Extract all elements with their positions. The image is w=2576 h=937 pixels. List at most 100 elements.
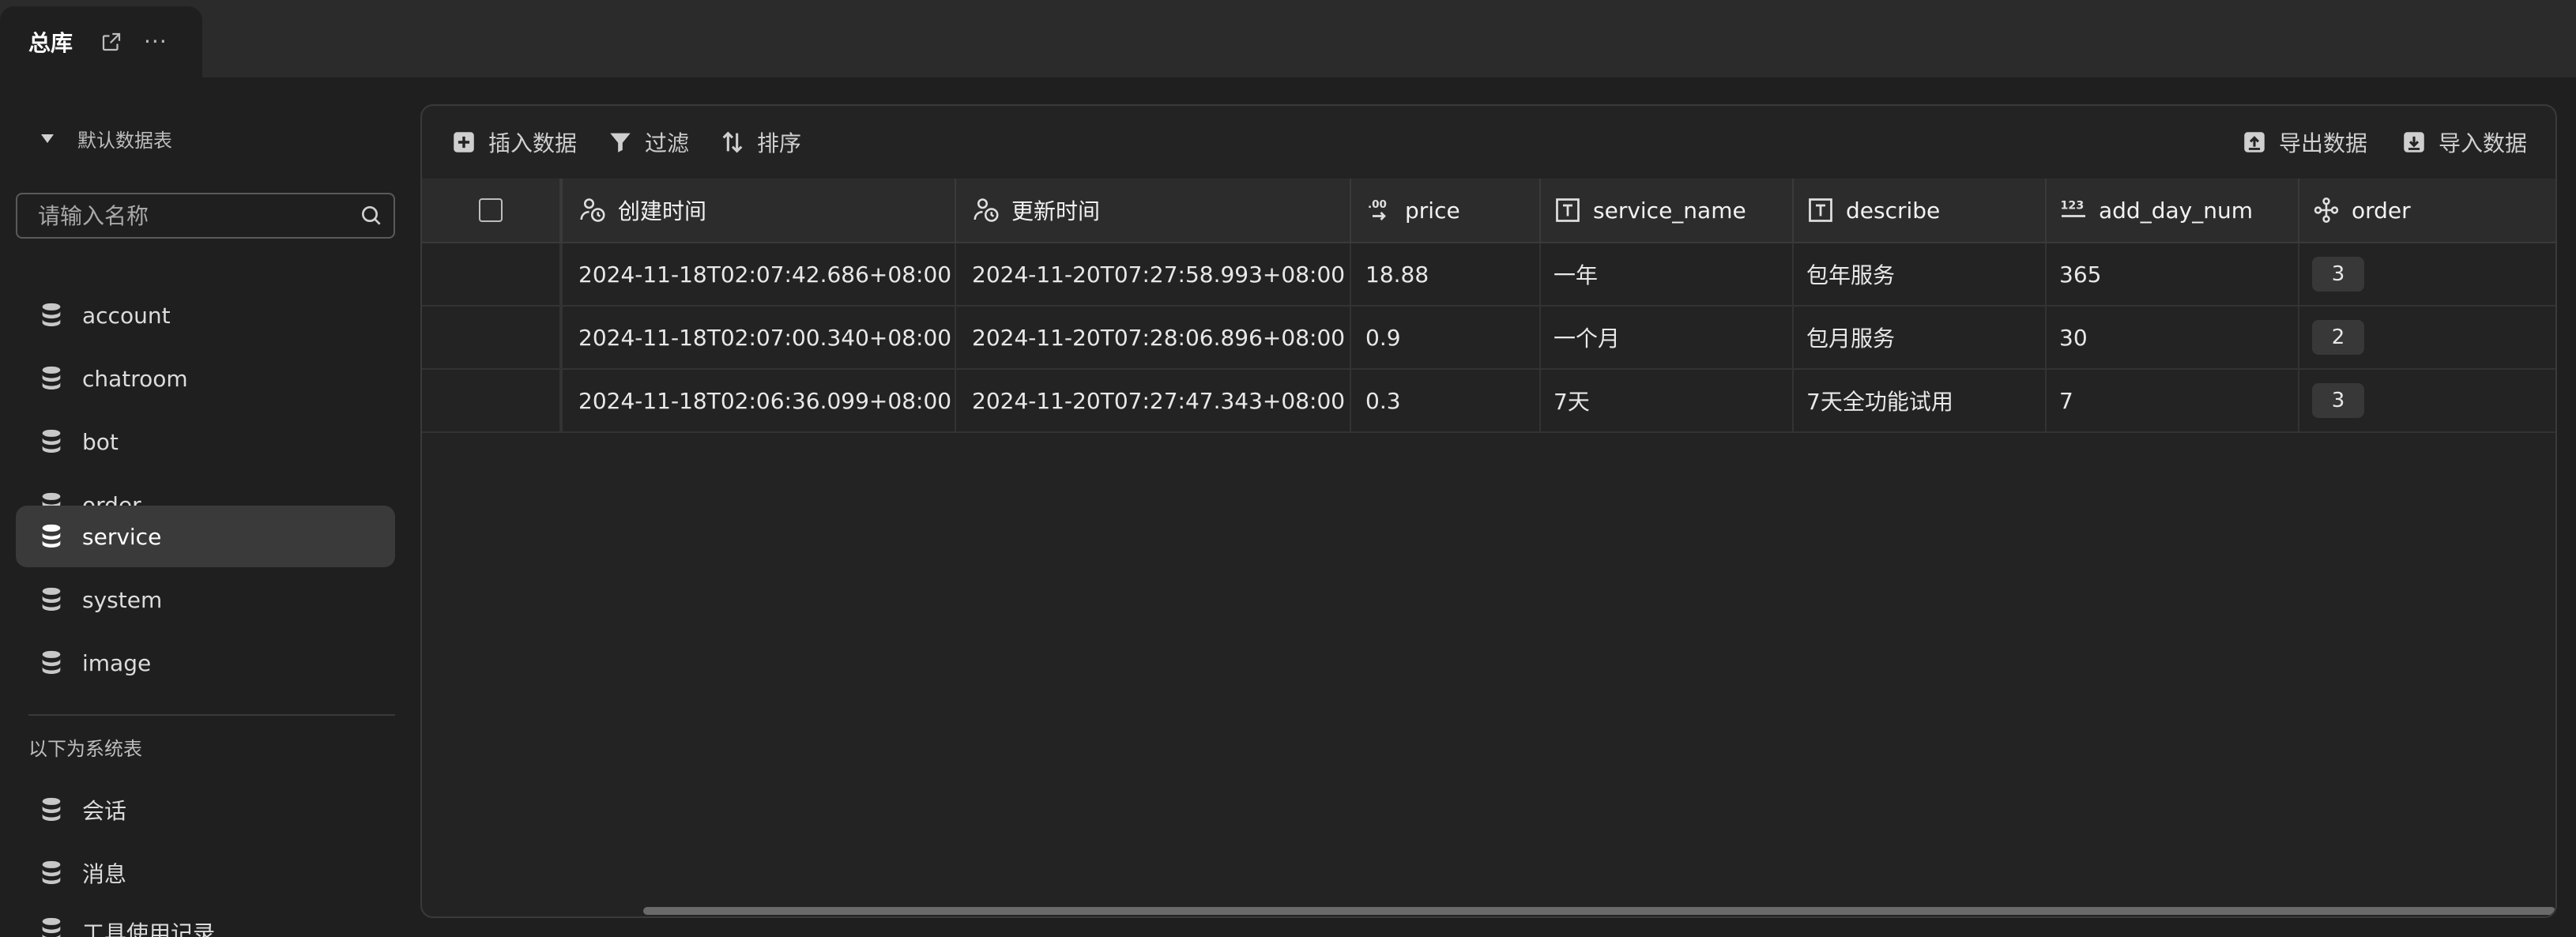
sort-icon bbox=[722, 131, 743, 153]
cell-price[interactable]: 0.9 bbox=[1351, 307, 1541, 368]
sidebar-item-message[interactable]: 消息 bbox=[16, 842, 395, 904]
search-box bbox=[16, 193, 395, 239]
cell-service-name[interactable]: 一年 bbox=[1541, 243, 1794, 305]
database-icon bbox=[42, 917, 61, 937]
insert-data-button[interactable]: 插入数据 bbox=[450, 125, 577, 160]
database-icon bbox=[42, 366, 61, 390]
cell-order[interactable]: 3 bbox=[2299, 370, 2555, 431]
sidebar-item-label: service bbox=[82, 523, 162, 550]
order-relation-tag[interactable]: 2 bbox=[2312, 320, 2364, 355]
cell-service-name[interactable]: 一个月 bbox=[1541, 307, 1794, 368]
sidebar-item-label: system bbox=[82, 586, 163, 613]
order-relation-tag[interactable]: 3 bbox=[2312, 257, 2364, 292]
sidebar-item-label: 会话 bbox=[82, 798, 127, 824]
sort-button[interactable]: 排序 bbox=[719, 125, 801, 160]
tab-title: 总库 bbox=[28, 30, 73, 56]
database-icon bbox=[42, 797, 61, 822]
cell-describe[interactable]: 包年服务 bbox=[1794, 243, 2047, 305]
header-select-all bbox=[422, 179, 561, 242]
external-link-icon[interactable] bbox=[98, 28, 125, 55]
export-data-button[interactable]: 导出数据 bbox=[2241, 125, 2367, 160]
cell-updated-time[interactable]: 2024-11-20T07:27:58.993+08:00 bbox=[956, 243, 1351, 305]
sidebar-item-session[interactable]: 会话 bbox=[16, 779, 395, 841]
table-row[interactable]: 2024-11-18T02:07:42.686+08:00 2024-11-20… bbox=[422, 243, 2555, 307]
cell-add-day-num[interactable]: 30 bbox=[2047, 307, 2299, 368]
sidebar-item-label: chatroom bbox=[82, 365, 188, 392]
table-panel: 插入数据 过滤 排序 导出数据 导入数据 创建时间 更新时间 .00 price… bbox=[420, 104, 2557, 918]
plus-square-icon bbox=[454, 132, 474, 152]
sidebar-item-tool-usage-log[interactable]: 工具使用记录 bbox=[16, 905, 395, 937]
select-all-checkbox[interactable] bbox=[479, 198, 503, 222]
sidebar-item-label: 工具使用记录 bbox=[82, 920, 216, 937]
order-relation-tag[interactable]: 3 bbox=[2312, 383, 2364, 418]
import-data-button[interactable]: 导入数据 bbox=[2401, 125, 2527, 160]
sidebar: 默认数据表 account chatroom bot order service… bbox=[0, 77, 411, 937]
system-tables-label: 以下为系统表 bbox=[28, 738, 142, 760]
sidebar-item-label: image bbox=[82, 649, 152, 676]
search-input[interactable] bbox=[38, 202, 359, 229]
cell-updated-time[interactable]: 2024-11-20T07:28:06.896+08:00 bbox=[956, 307, 1351, 368]
horizontal-scrollbar[interactable] bbox=[643, 907, 2555, 915]
caret-down-icon bbox=[41, 134, 54, 143]
sidebar-item-chatroom[interactable]: chatroom bbox=[16, 348, 395, 409]
header-service-name[interactable]: service_name bbox=[1541, 179, 1794, 242]
sidebar-item-system[interactable]: system bbox=[16, 569, 395, 630]
header-describe[interactable]: describe bbox=[1794, 179, 2047, 242]
default-tables-section-toggle[interactable]: 默认数据表 bbox=[28, 125, 172, 152]
import-icon bbox=[2404, 132, 2424, 152]
database-icon bbox=[42, 587, 61, 611]
user-clock-icon bbox=[580, 198, 605, 222]
cell-created-time[interactable]: 2024-11-18T02:07:42.686+08:00 bbox=[561, 243, 956, 305]
header-order[interactable]: order bbox=[2299, 179, 2555, 242]
header-created-time[interactable]: 创建时间 bbox=[561, 179, 956, 242]
tab-main-library[interactable]: 总库 ··· bbox=[0, 6, 202, 77]
sidebar-item-label: 消息 bbox=[82, 861, 127, 887]
sidebar-item-label: account bbox=[82, 302, 171, 329]
database-icon bbox=[42, 524, 61, 548]
header-updated-time[interactable]: 更新时间 bbox=[956, 179, 1351, 242]
row-select-cell[interactable] bbox=[422, 307, 561, 368]
database-icon bbox=[42, 860, 61, 885]
sidebar-item-label: bot bbox=[82, 428, 119, 455]
cell-describe[interactable]: 包月服务 bbox=[1794, 307, 2047, 368]
header-price[interactable]: .00 price bbox=[1351, 179, 1541, 242]
cell-service-name[interactable]: 7天 bbox=[1541, 370, 1794, 431]
database-icon bbox=[42, 650, 61, 675]
cell-order[interactable]: 2 bbox=[2299, 307, 2555, 368]
table-toolbar: 插入数据 过滤 排序 导出数据 导入数据 bbox=[422, 106, 2555, 179]
filter-button[interactable]: 过滤 bbox=[607, 125, 689, 160]
sidebar-item-account[interactable]: account bbox=[16, 284, 395, 346]
sidebar-item-image[interactable]: image bbox=[16, 632, 395, 694]
cell-price[interactable]: 18.88 bbox=[1351, 243, 1541, 305]
decimal-number-icon: .00 bbox=[1368, 198, 1387, 220]
row-select-cell[interactable] bbox=[422, 243, 561, 305]
integer-number-icon: 123 bbox=[2061, 200, 2085, 217]
more-options-icon[interactable]: ··· bbox=[144, 31, 168, 53]
cell-order[interactable]: 3 bbox=[2299, 243, 2555, 305]
svg-text:.00: .00 bbox=[1368, 198, 1387, 211]
text-field-icon bbox=[1556, 198, 1580, 222]
filter-icon bbox=[610, 133, 631, 152]
table-row[interactable]: 2024-11-18T02:06:36.099+08:00 2024-11-20… bbox=[422, 370, 2555, 433]
search-icon[interactable] bbox=[359, 203, 384, 228]
cell-updated-time[interactable]: 2024-11-20T07:27:47.343+08:00 bbox=[956, 370, 1351, 431]
export-icon bbox=[2244, 132, 2265, 152]
user-clock-icon bbox=[974, 198, 999, 222]
svg-text:123: 123 bbox=[2061, 200, 2085, 213]
sidebar-item-service[interactable]: service bbox=[16, 506, 395, 567]
cell-price[interactable]: 0.3 bbox=[1351, 370, 1541, 431]
sidebar-divider bbox=[28, 714, 395, 716]
cell-created-time[interactable]: 2024-11-18T02:06:36.099+08:00 bbox=[561, 370, 956, 431]
tab-bar: 总库 ··· bbox=[0, 0, 2576, 77]
cell-add-day-num[interactable]: 365 bbox=[2047, 243, 2299, 305]
sidebar-item-bot[interactable]: bot bbox=[16, 411, 395, 472]
database-icon bbox=[42, 429, 61, 453]
database-icon bbox=[42, 303, 61, 327]
row-select-cell[interactable] bbox=[422, 370, 561, 431]
header-add-day-num[interactable]: 123 add_day_num bbox=[2047, 179, 2299, 242]
cell-add-day-num[interactable]: 7 bbox=[2047, 370, 2299, 431]
cell-describe[interactable]: 7天全功能试用 bbox=[1794, 370, 2047, 431]
relation-link-icon bbox=[2314, 198, 2339, 223]
table-row[interactable]: 2024-11-18T02:07:00.340+08:00 2024-11-20… bbox=[422, 307, 2555, 370]
cell-created-time[interactable]: 2024-11-18T02:07:00.340+08:00 bbox=[561, 307, 956, 368]
